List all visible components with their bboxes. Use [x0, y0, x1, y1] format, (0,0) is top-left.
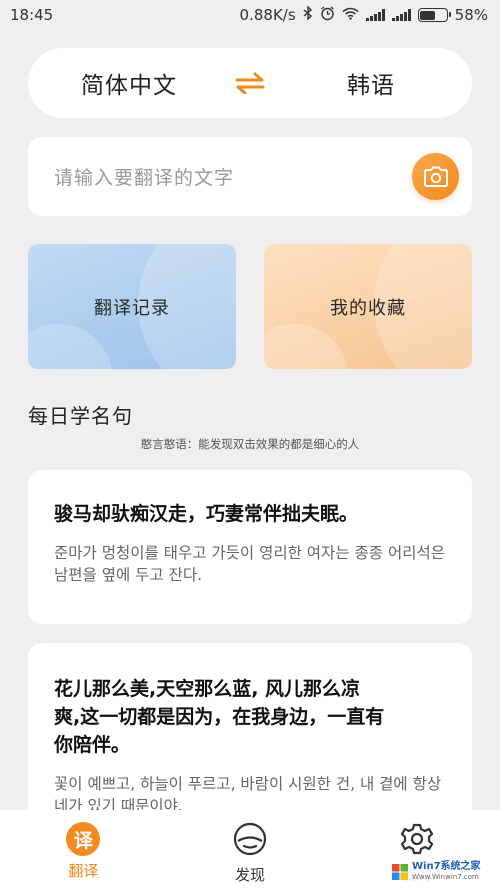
network-speed: 0.88K/s [239, 6, 296, 24]
tab-translate[interactable]: 译 翻译 [0, 810, 167, 889]
quote-card[interactable]: 骏马却驮痴汉走，巧妻常伴拙夫眠。 준마가 멍청이를 태우고 가듯이 영리한 여자… [28, 470, 472, 624]
quote-chinese: 花儿那么美,天空那么蓝, 风儿那么凉爽,这一切都是因为，在我身边，一直有你陪伴。 [54, 678, 385, 756]
source-language-button[interactable]: 简体中文 [28, 66, 230, 100]
alarm-icon [320, 5, 335, 25]
daily-title: 每日学名句 [28, 404, 133, 428]
watermark-url: Www.Winwin7.com [412, 873, 479, 881]
history-tile[interactable]: 翻译记录 [28, 244, 236, 369]
signal-2-icon [391, 9, 411, 21]
gear-icon [400, 822, 434, 860]
target-language-button[interactable]: 韩语 [270, 66, 472, 100]
tab-translate-label: 翻译 [68, 862, 99, 880]
wifi-icon [342, 7, 359, 24]
discover-icon [233, 822, 267, 860]
swap-arrows-icon[interactable] [230, 72, 270, 94]
history-label: 翻译记录 [94, 297, 170, 319]
translate-icon: 译 [66, 822, 101, 856]
battery-icon [417, 8, 451, 22]
language-selector: 简体中文 韩语 [28, 48, 472, 118]
favorites-label: 我的收藏 [330, 297, 406, 319]
status-bar: 18:45 0.88K/s 58% [0, 0, 500, 30]
bottom-tab-bar: 译 翻译 发现 我的 Win7系统之家 Ww [0, 810, 500, 889]
quote-chinese: 骏马却驮痴汉走，巧妻常伴拙夫眠。 [54, 503, 359, 525]
camera-icon [423, 166, 448, 187]
tab-discover-label: 发现 [235, 866, 266, 884]
status-icons: 0.88K/s 58% [239, 5, 488, 25]
favorites-tile[interactable]: 我的收藏 [264, 244, 472, 369]
input-placeholder[interactable]: 请输入要翻译的文字 [54, 163, 412, 190]
battery-percent: 58% [454, 6, 488, 24]
status-time: 18:45 [10, 6, 54, 24]
translate-input[interactable]: 请输入要翻译的文字 [28, 137, 472, 216]
watermark: Win7系统之家 Www.Winwin7.com [388, 859, 496, 885]
camera-button[interactable] [412, 153, 459, 200]
watermark-title: Win7系统之家 [412, 861, 481, 872]
tab-discover[interactable]: 发现 [167, 810, 334, 889]
windows-logo-icon [392, 864, 408, 880]
quote-korean: 준마가 멍청이를 태우고 가듯이 영리한 여자는 종종 어리석은 남편을 옆에 … [54, 544, 445, 584]
bluetooth-icon [303, 5, 313, 24]
daily-hint: 憨言憨语：能发现双击效果的都是细心的人 [140, 437, 360, 451]
signal-icon [365, 9, 385, 21]
